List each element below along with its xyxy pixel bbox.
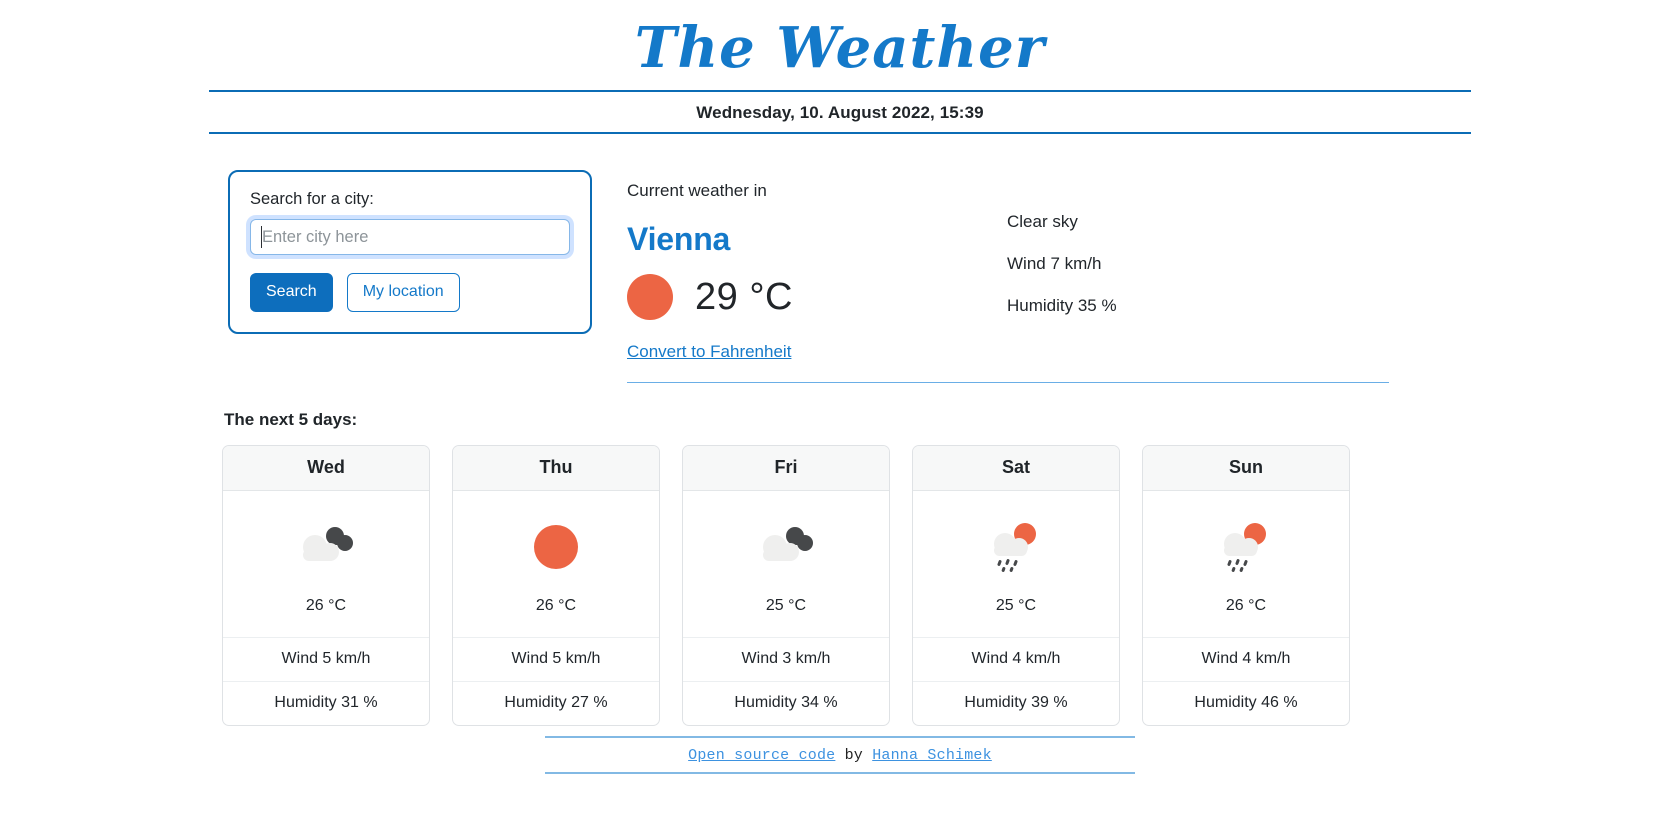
forecast-weather-icon [683,515,889,579]
forecast-day-label: Thu [453,446,659,492]
footer-rules: Open source code by Hanna Schimek [545,736,1135,774]
forecast-temperature: 26 °C [305,597,347,615]
forecast-wind: Wind 4 km/h [913,637,1119,681]
current-weather-primary: Current weather in Vienna 29 °C [627,170,1007,321]
forecast-day-label: Sun [1143,446,1349,492]
current-weather-details: Clear sky Wind 7 km/h Humidity 35 % [1007,170,1117,316]
current-wind: Wind 7 km/h [1007,254,1102,274]
weather-app-page: The Weather Wednesday, 10. August 2022, … [0,0,1680,830]
page-footer: Open source code by Hanna Schimek [0,736,1680,774]
forecast-card-list: Wed 26 °C Wind 5 km/h Humidity 31 % Thu 26 °C… [222,445,1680,727]
footer-by-text: by [835,747,873,764]
overcast-clouds-icon [303,527,353,562]
open-source-code-link[interactable]: Open source code [688,747,835,764]
header-bottom-divider [209,132,1471,135]
text-cursor [261,226,262,249]
forecast-wind: Wind 5 km/h [453,637,659,681]
forecast-temperature: 25 °C [995,597,1037,615]
sun-rain-cloud-icon [1224,523,1266,573]
forecast-humidity: Humidity 31 % [223,681,429,725]
forecast-humidity: Humidity 34 % [683,681,889,725]
current-humidity: Humidity 35 % [1007,296,1117,316]
forecast-temperature: 25 °C [765,597,807,615]
current-city-name: Vienna [627,221,731,258]
header-divider-group: Wednesday, 10. August 2022, 15:39 [209,90,1471,135]
footer-credit: Open source code by Hanna Schimek [545,738,1135,772]
search-input[interactable] [250,219,570,256]
forecast-humidity: Humidity 39 % [913,681,1119,725]
forecast-day-label: Sat [913,446,1119,492]
current-weather-divider [627,382,1389,384]
current-temperature-row: 29 °C [627,274,1007,321]
forecast-card: Wed 26 °C Wind 5 km/h Humidity 31 % [222,445,430,727]
forecast-temperature: 26 °C [535,597,577,615]
forecast-card: Fri 25 °C Wind 3 km/h Humidity 34 % [682,445,890,727]
forecast-card: Sun 26 °C Wind 4 km/h Humidity 46 % [1142,445,1350,727]
convert-to-fahrenheit-link[interactable]: Convert to Fahrenheit [627,342,791,362]
current-weather-section: Current weather in Vienna 29 °C Clear sk… [627,170,1680,384]
page-title: The Weather [634,15,1046,81]
forecast-wind: Wind 4 km/h [1143,637,1349,681]
current-weather-top: Current weather in Vienna 29 °C Clear sk… [627,170,1680,321]
forecast-temperature: 26 °C [1225,597,1267,615]
forecast-humidity: Humidity 46 % [1143,681,1349,725]
main-content: Search for a city: Search My location Cu… [0,170,1680,727]
search-button-row: Search My location [250,273,570,313]
forecast-weather-icon [1143,515,1349,579]
forecast-card-body: 26 °C [1143,491,1349,637]
forecast-humidity: Humidity 27 % [453,681,659,725]
search-input-wrapper [250,219,570,256]
sun-icon [627,274,673,321]
forecast-card-body: 26 °C [453,491,659,637]
forecast-section: The next 5 days: Wed 26 °C Wind 5 km/h Humi… [0,410,1680,727]
current-description: Clear sky [1007,212,1078,232]
forecast-day-label: Fri [683,446,889,492]
forecast-card: Thu 26 °C Wind 5 km/h Humidity 27 % [452,445,660,727]
sun-rain-cloud-icon [994,523,1036,573]
current-weather-prefix: Current weather in [627,181,767,201]
top-row: Search for a city: Search My location Cu… [0,170,1680,384]
overcast-clouds-icon [763,527,813,562]
forecast-day-label: Wed [223,446,429,492]
current-datetime: Wednesday, 10. August 2022, 15:39 [696,103,984,123]
forecast-card-body: 25 °C [913,491,1119,637]
my-location-button[interactable]: My location [346,273,460,313]
forecast-title: The next 5 days: [224,410,358,430]
sun-icon [534,525,578,570]
forecast-card-body: 25 °C [683,491,889,637]
forecast-card-body: 26 °C [223,491,429,637]
search-card: Search for a city: Search My location [228,170,592,335]
current-temperature: 29 °C [695,275,793,318]
forecast-weather-icon [223,515,429,579]
forecast-weather-icon [453,515,659,579]
footer-bottom-divider [545,772,1135,774]
forecast-card: Sat 25 °C Wind 4 km/h Humidity 39 % [912,445,1120,727]
author-link[interactable]: Hanna Schimek [872,747,992,764]
search-label: Search for a city: [250,190,374,209]
forecast-wind: Wind 5 km/h [223,637,429,681]
search-button[interactable]: Search [250,273,333,313]
forecast-weather-icon [913,515,1119,579]
forecast-wind: Wind 3 km/h [683,637,889,681]
